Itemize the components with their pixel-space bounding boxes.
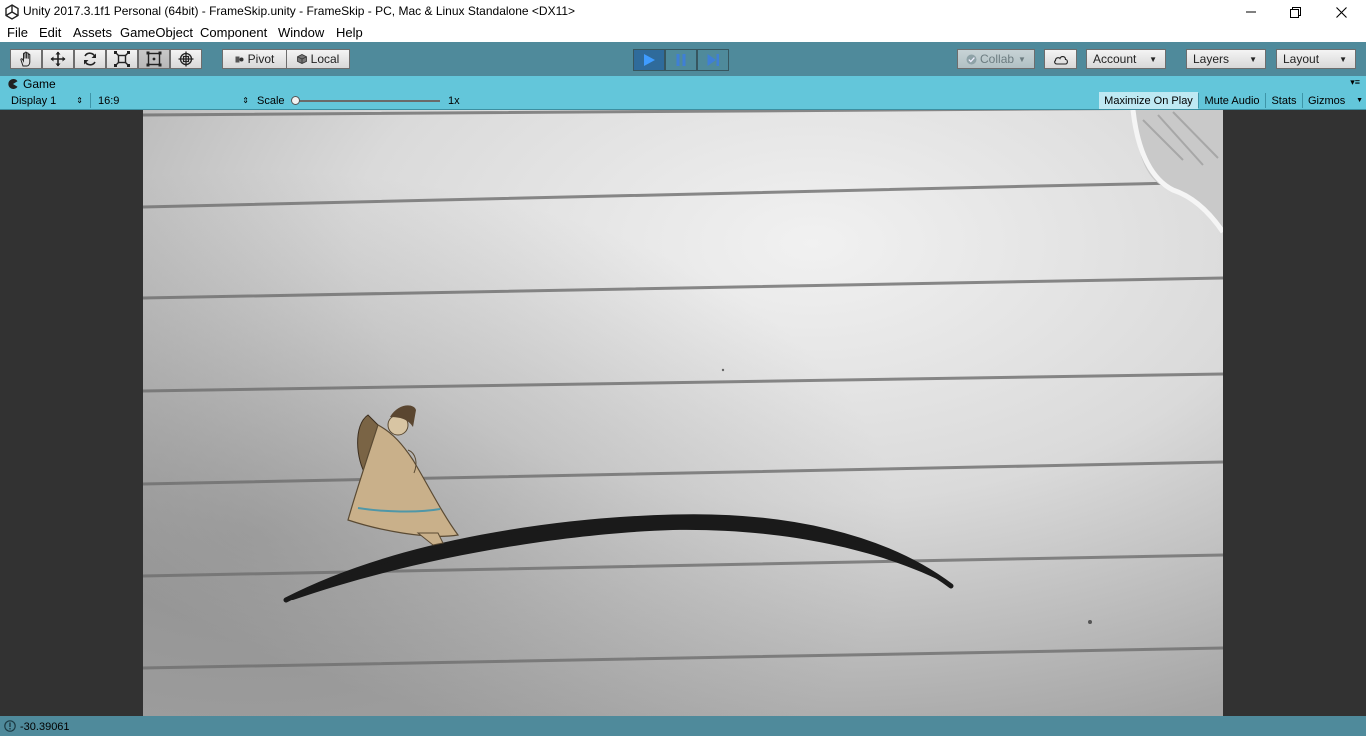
layout-dropdown[interactable]: Layout ▼ <box>1276 49 1356 69</box>
layers-label: Layers <box>1193 52 1230 66</box>
local-toggle[interactable]: Local <box>286 49 350 69</box>
move-tool-button[interactable] <box>42 49 74 69</box>
collab-check-icon <box>966 54 977 64</box>
transform-icon <box>178 51 194 67</box>
hand-tool-button[interactable] <box>10 49 42 69</box>
pacman-game-icon <box>8 79 18 89</box>
account-label: Account <box>1093 52 1137 66</box>
collab-label: Collab <box>980 52 1015 66</box>
title-bar: Unity 2017.3.1f1 Personal (64bit) - Fram… <box>0 0 1366 24</box>
pause-button[interactable] <box>665 49 697 71</box>
unity-logo-icon <box>5 4 19 20</box>
gizmos-dropdown[interactable]: Gizmos ▼ <box>1303 92 1366 109</box>
rotate-icon <box>84 52 96 66</box>
pivot-toggle[interactable]: Pivot <box>222 49 287 69</box>
scale-value: 1x <box>448 94 460 107</box>
play-button[interactable] <box>633 49 665 71</box>
scale-tool-button[interactable] <box>106 49 138 69</box>
menu-assets[interactable]: Assets <box>73 25 112 40</box>
menu-component[interactable]: Component <box>200 25 267 40</box>
scale-slider-track[interactable] <box>296 100 440 102</box>
rotate-tool-button[interactable] <box>74 49 106 69</box>
maximize-on-play-toggle[interactable]: Maximize On Play <box>1099 92 1198 109</box>
local-label: Local <box>310 52 340 66</box>
mute-audio-label: Mute Audio <box>1204 94 1260 107</box>
game-render[interactable] <box>143 110 1223 716</box>
rect-tool-button[interactable] <box>138 49 170 69</box>
menu-file[interactable]: File <box>7 25 28 40</box>
step-icon <box>707 54 719 66</box>
close-button[interactable] <box>1318 0 1364 24</box>
info-icon <box>4 720 16 732</box>
cloud-button[interactable] <box>1044 49 1077 69</box>
transform-tool-button[interactable] <box>170 49 202 69</box>
game-tab-label: Game <box>23 77 56 91</box>
scale-slider-handle[interactable] <box>291 96 300 105</box>
mute-audio-toggle[interactable]: Mute Audio <box>1199 92 1265 109</box>
stats-label: Stats <box>1271 94 1297 107</box>
pivot-label: Pivot <box>247 52 275 66</box>
cloud-icon <box>1053 55 1068 65</box>
main-toolbar: Pivot Local Collab ▼ Account ▼ Layers ▼ … <box>0 42 1366 76</box>
display-dropdown[interactable]: Display 1 ⇕ <box>0 92 86 109</box>
menu-help[interactable]: Help <box>336 25 363 40</box>
play-icon <box>644 54 655 66</box>
minimize-icon <box>1246 11 1256 13</box>
game-scene <box>143 110 1223 716</box>
step-button[interactable] <box>697 49 729 71</box>
game-tab-bar: Game ▾≡ <box>0 76 1366 92</box>
pivot-icon <box>235 56 244 62</box>
maximize-on-play-label: Maximize On Play <box>1104 94 1193 107</box>
display-label: Display 1 <box>11 94 57 107</box>
status-bar: -30.39061 <box>0 716 1366 736</box>
aspect-label: 16:9 <box>98 94 120 107</box>
layers-dropdown[interactable]: Layers ▼ <box>1186 49 1266 69</box>
aspect-dropdown[interactable]: 16:9 ⇕ <box>91 92 252 109</box>
minimize-button[interactable] <box>1228 0 1274 24</box>
pause-icon <box>676 54 686 66</box>
menu-gameobject[interactable]: GameObject <box>120 25 193 40</box>
layout-label: Layout <box>1283 52 1320 66</box>
status-message[interactable]: -30.39061 <box>20 721 70 733</box>
close-icon <box>1335 6 1347 18</box>
rect-icon <box>146 51 162 67</box>
scale-label: Scale <box>257 94 285 107</box>
window-title: Unity 2017.3.1f1 Personal (64bit) - Fram… <box>23 4 576 18</box>
restore-button[interactable] <box>1272 0 1318 24</box>
move-icon <box>50 51 66 67</box>
menu-window[interactable]: Window <box>278 25 324 40</box>
tab-game[interactable]: Game <box>0 76 56 92</box>
gizmos-label: Gizmos <box>1308 94 1346 107</box>
account-dropdown[interactable]: Account ▼ <box>1086 49 1166 69</box>
menu-edit[interactable]: Edit <box>39 25 61 40</box>
game-view-controls: Display 1 ⇕ 16:9 ⇕ Scale 1x Maximize On … <box>0 92 1366 110</box>
stats-toggle[interactable]: Stats <box>1266 92 1302 109</box>
restore-icon <box>1289 6 1301 18</box>
collab-button[interactable]: Collab ▼ <box>957 49 1035 69</box>
hand-icon <box>20 51 31 67</box>
local-cube-icon <box>296 54 307 64</box>
tab-options-icon[interactable]: ▾≡ <box>1350 77 1360 88</box>
scale-icon <box>114 51 130 67</box>
menu-bar: File Edit Assets GameObject Component Wi… <box>0 24 1366 42</box>
